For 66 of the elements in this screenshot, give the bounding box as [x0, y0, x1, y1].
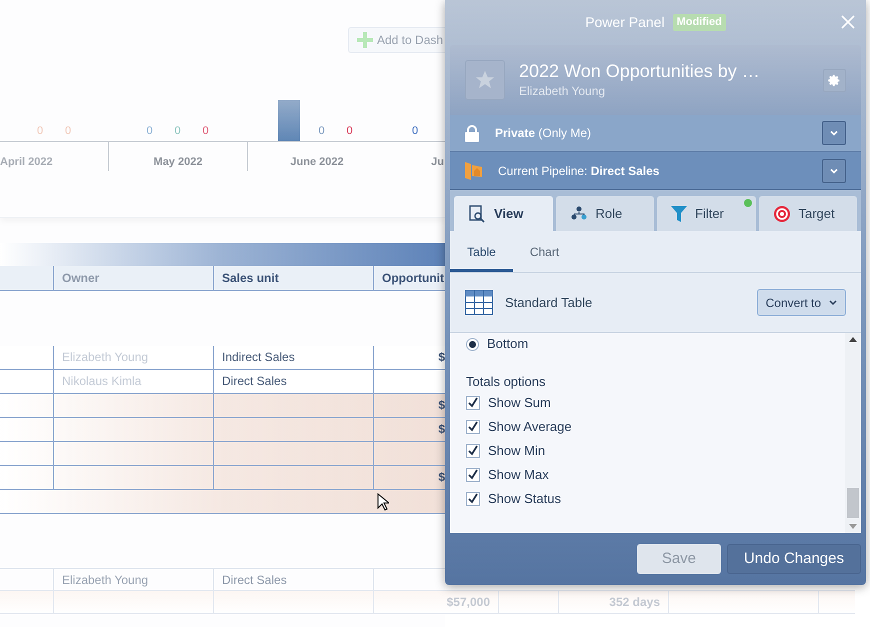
panel-tab[interactable]: View — [454, 196, 552, 231]
convert-button[interactable]: Convert to — [756, 289, 846, 316]
lock-icon — [465, 124, 479, 142]
value-label: 0 — [145, 124, 154, 138]
report-owner: Elizabeth Young — [519, 83, 606, 100]
funnel-icon — [671, 204, 687, 222]
table-cell: Direct Sales — [213, 370, 373, 393]
star-icon — [474, 69, 496, 91]
column-header: Sales unit — [213, 266, 373, 290]
checkbox[interactable] — [466, 396, 480, 410]
chart-bar — [278, 100, 300, 141]
value-label: 0 — [410, 124, 420, 138]
dropdown-button[interactable] — [822, 158, 846, 182]
hierarchy-icon — [570, 206, 588, 222]
panel-title: Power Panel — [585, 13, 665, 32]
report-title: 2022 Won Opportunities by … — [519, 60, 761, 82]
caret-icon — [829, 300, 837, 306]
checkbox-option[interactable]: Show Average — [466, 415, 829, 439]
plus-icon — [357, 32, 373, 48]
radio-option[interactable]: Bottom — [466, 333, 829, 355]
value-label: 0 — [317, 124, 326, 138]
scrollbar[interactable] — [845, 333, 861, 533]
settings-icon — [828, 74, 841, 86]
flag-icon — [465, 161, 482, 180]
month-label: June 2022 — [290, 155, 344, 170]
table-cell: Indirect Sales — [213, 346, 373, 369]
display-mode-tab[interactable]: Chart — [513, 231, 576, 272]
dropdown-button[interactable] — [822, 121, 846, 145]
checkbox[interactable] — [466, 444, 480, 458]
checkbox[interactable] — [466, 492, 480, 506]
section-heading: Totals options — [466, 373, 546, 391]
radio-button[interactable] — [466, 338, 479, 350]
value-label: 0 — [345, 124, 354, 138]
target-icon — [772, 204, 790, 222]
panel-tab[interactable]: Role — [556, 196, 654, 231]
checkbox[interactable] — [466, 468, 480, 482]
modified-badge: Modified — [672, 14, 726, 31]
checkbox-option[interactable]: Show Status — [466, 487, 829, 511]
table-cell: Elizabeth Young — [53, 346, 213, 369]
table-cell: Nikolaus Kimla — [53, 370, 213, 393]
undo-button[interactable]: Undo Changes — [726, 544, 861, 574]
panel-tab[interactable]: Target — [758, 196, 857, 231]
column-header: Owner — [53, 266, 213, 290]
scroll-up-icon[interactable] — [849, 337, 857, 342]
total-cell: $57,000 — [373, 591, 498, 613]
checkbox-option[interactable]: Show Min — [466, 439, 829, 463]
month-label: April 2022 — [0, 155, 53, 170]
month-label: May 2022 — [154, 155, 202, 170]
month-label: Ju — [431, 155, 444, 170]
panel-tab[interactable]: Filter — [657, 196, 756, 231]
value-label: 0 — [173, 124, 182, 138]
table-icon — [465, 290, 493, 315]
checkbox-option[interactable]: Show Max — [466, 463, 829, 487]
pipeline-label: Current Pipeline: Direct Sales — [498, 162, 660, 180]
scroll-thumb[interactable] — [847, 488, 859, 518]
close-icon — [841, 15, 855, 29]
value-label: 0 — [36, 124, 44, 138]
sharing-label: Private (Only Me) — [495, 125, 592, 142]
checkbox-option[interactable]: Show Sum — [466, 391, 829, 415]
magnifier-page-icon — [468, 204, 486, 222]
layout-label: Standard Table — [505, 294, 594, 312]
total-cell: 352 days — [558, 591, 668, 613]
value-label: 0 — [201, 124, 210, 138]
value-label: 0 — [64, 124, 72, 138]
checkbox[interactable] — [466, 420, 480, 434]
mouse-cursor-icon — [377, 493, 389, 511]
